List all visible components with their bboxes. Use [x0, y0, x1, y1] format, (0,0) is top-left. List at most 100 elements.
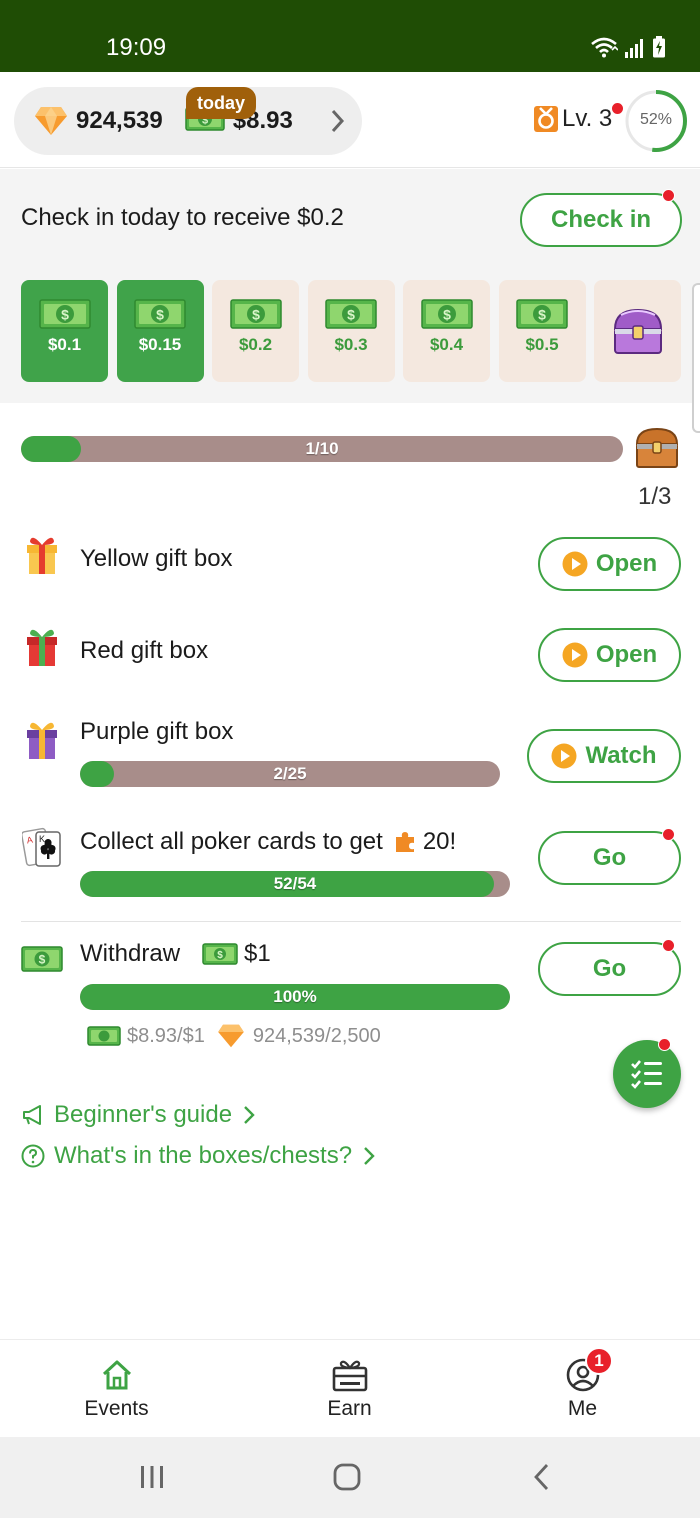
- status-icons: [590, 36, 666, 58]
- poker-notification-dot: [662, 828, 675, 841]
- purple-gift-box-title: Purple gift box: [80, 718, 234, 745]
- wifi-icon: [591, 37, 618, 58]
- yellow-gift-open-label: Open: [595, 550, 658, 577]
- chest-progress-bar: 1/10: [21, 436, 623, 462]
- cash-icon: [87, 1026, 121, 1046]
- gift-card-icon: [332, 1360, 367, 1392]
- purple-gift-box-icon: [27, 722, 57, 759]
- nav-me-label: Me: [567, 1397, 598, 1420]
- purple-gift-watch-button[interactable]: Watch: [527, 729, 681, 783]
- withdraw-requirements: $8.93/$1 924,539/2,500: [87, 1024, 381, 1048]
- me-badge-count: 1: [594, 1351, 604, 1370]
- checkin-days-strip: $ $0.1 $ $0.15 $ $0.2 $ $0.3 $ $0.4 $ $0.5: [21, 280, 700, 382]
- cash-icon: $: [38, 299, 91, 329]
- back-icon[interactable]: [533, 1463, 551, 1491]
- svg-text:$: $: [347, 307, 355, 323]
- yellow-gift-box-title: Yellow gift box: [80, 545, 233, 572]
- chevron-right-icon: [331, 109, 345, 133]
- chest-count: 1/3: [638, 483, 672, 510]
- nav-events-label: Events: [84, 1397, 149, 1420]
- level-indicator[interactable]: Lv. 3: [534, 105, 612, 133]
- app-header: 924,539 $ $8.93 Lv. 3 52%: [0, 72, 700, 168]
- scroll-indicator[interactable]: [692, 283, 700, 433]
- checkin-day-amount: $0.4: [429, 335, 464, 354]
- checkin-panel: Check in today to receive $0.2 Check in …: [0, 169, 700, 403]
- withdraw-notification-dot: [662, 939, 675, 952]
- chest-progress-label: 1/10: [305, 439, 339, 458]
- recent-apps-icon[interactable]: [139, 1465, 165, 1489]
- checkin-day-7[interactable]: [594, 280, 681, 382]
- checkin-day-amount: $0.1: [47, 335, 82, 354]
- checkin-day-5[interactable]: $ $0.4: [403, 280, 490, 382]
- app-screen: 19:09 924,539 $ $8.93 Lv. 3 52% Check in…: [0, 0, 700, 1518]
- today-tag: today: [186, 87, 256, 119]
- poker-progress-bar: 52/54: [80, 871, 510, 897]
- boxes-info-link[interactable]: What's in the boxes/chests?: [21, 1142, 376, 1170]
- checkin-day-1[interactable]: $ $0.1: [21, 280, 108, 382]
- boxes-info-label: What's in the boxes/chests?: [54, 1142, 353, 1169]
- withdraw-go-button[interactable]: Go: [538, 942, 681, 996]
- cash-icon: $: [420, 299, 473, 329]
- svg-text:$: $: [156, 307, 164, 323]
- purple-gift-progress-bar: 2/25: [80, 761, 500, 787]
- svg-text:K: K: [39, 834, 45, 844]
- cash-requirement: $8.93/$1: [127, 1024, 205, 1047]
- poker-go-label: Go: [592, 844, 627, 871]
- nav-earn-label: Earn: [327, 1397, 372, 1420]
- checkin-day-amount: $0.15: [138, 335, 182, 354]
- play-icon: [562, 642, 588, 668]
- red-gift-open-label: Open: [595, 641, 658, 668]
- checkin-prompt: Check in today to receive $0.2: [21, 204, 344, 231]
- svg-text:$: $: [252, 307, 260, 323]
- treasure-chest-icon[interactable]: [633, 426, 681, 470]
- svg-text:$: $: [61, 307, 69, 323]
- nav-earn[interactable]: Earn: [233, 1340, 466, 1438]
- play-icon: [551, 743, 577, 769]
- treasure-chest-icon: [613, 308, 662, 354]
- checkin-day-amount: $0.5: [525, 335, 559, 354]
- check-in-button[interactable]: Check in: [520, 193, 682, 247]
- withdraw-go-label: Go: [592, 955, 627, 982]
- withdraw-progress-label: 100%: [273, 987, 317, 1006]
- red-gift-open-button[interactable]: Open: [538, 628, 681, 682]
- withdraw-title-row: Withdraw $ $1: [80, 940, 271, 968]
- withdraw-amount: $1: [244, 940, 271, 967]
- level-notification-dot: [611, 102, 624, 115]
- red-gift-box-title: Red gift box: [80, 637, 209, 664]
- chevron-right-icon: [244, 1106, 255, 1124]
- poker-task-title: Collect all poker cards to get: [80, 828, 383, 855]
- nav-me[interactable]: Me: [466, 1340, 699, 1438]
- withdraw-title: Withdraw: [80, 940, 181, 967]
- checkin-day-6[interactable]: $ $0.5: [498, 280, 586, 382]
- system-navigation-bar: [0, 1437, 700, 1518]
- level-progress-ring[interactable]: 52%: [624, 89, 688, 153]
- purple-gift-watch-label: Watch: [585, 742, 657, 769]
- checkin-day-3[interactable]: $ $0.2: [212, 280, 299, 382]
- checkin-day-amount: $0.2: [238, 335, 273, 354]
- task-list-fab[interactable]: [613, 1040, 681, 1108]
- bottom-navigation: Events Earn Me 1: [0, 1339, 700, 1437]
- svg-text:$: $: [538, 307, 546, 323]
- beginners-guide-link[interactable]: Beginner's guide: [21, 1101, 256, 1129]
- checkin-day-amount: $0.3: [334, 335, 368, 354]
- gem-requirement: 924,539/2,500: [252, 1024, 381, 1047]
- cash-icon: $: [325, 299, 377, 329]
- battery-charging-icon: [653, 36, 665, 58]
- cash-icon: $: [21, 946, 63, 972]
- home-icon: [102, 1360, 131, 1390]
- me-badge: 1: [585, 1347, 613, 1375]
- yellow-gift-open-button[interactable]: Open: [538, 537, 681, 591]
- checkin-day-2[interactable]: $ $0.15: [116, 280, 204, 382]
- poker-go-button[interactable]: Go: [538, 831, 681, 885]
- level-progress-text: 52%: [639, 111, 673, 128]
- nav-events[interactable]: Events: [0, 1340, 233, 1438]
- checklist-icon: [631, 1060, 662, 1089]
- chevron-right-icon: [364, 1147, 375, 1165]
- checkin-day-4[interactable]: $ $0.3: [307, 280, 395, 382]
- home-button-icon[interactable]: [333, 1463, 361, 1491]
- status-bar: 19:09: [0, 0, 700, 72]
- poker-task-title-row: Collect all poker cards to get 20!: [80, 828, 456, 856]
- puzzle-piece-icon: [395, 832, 414, 852]
- beginners-guide-label: Beginner's guide: [54, 1101, 233, 1128]
- section-divider: [21, 921, 681, 922]
